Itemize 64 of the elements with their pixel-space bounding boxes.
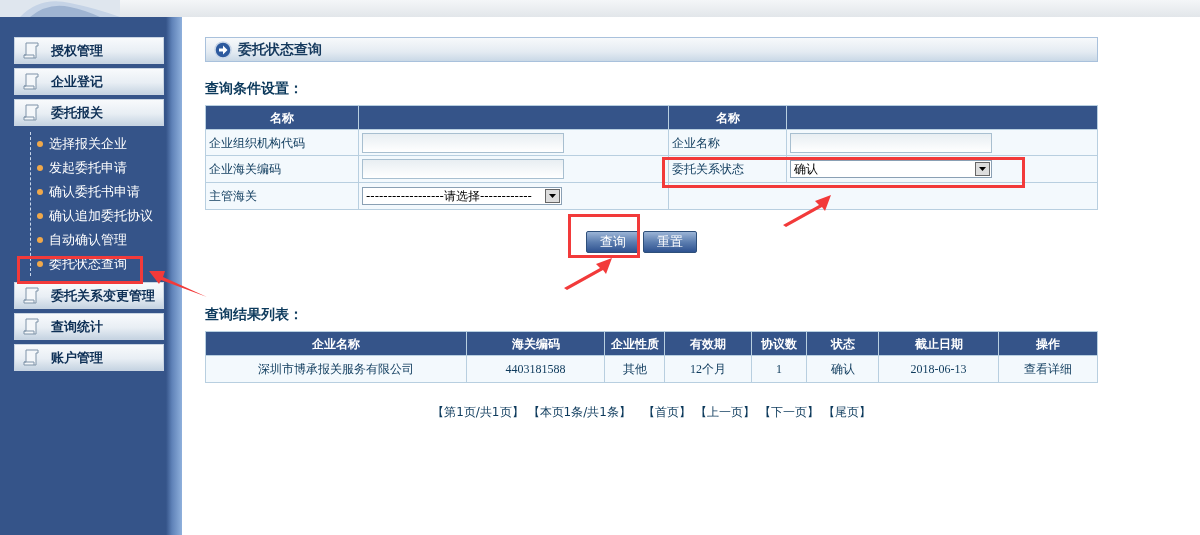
column-header: 海关编码	[466, 331, 605, 356]
scroll-icon	[21, 102, 41, 123]
table-cell: 确认	[806, 355, 879, 383]
column-header: 状态	[806, 331, 879, 356]
section-heading: 查询结果列表：	[205, 305, 304, 324]
table-cell: 2018-06-13	[878, 355, 999, 383]
field-label: 企业海关编码	[205, 155, 359, 183]
button[interactable]: 重置	[643, 231, 697, 253]
bullet-icon	[37, 141, 43, 147]
bullet-icon	[37, 165, 43, 171]
menu-header[interactable]: 查询统计	[14, 313, 164, 340]
input-field[interactable]	[790, 132, 992, 153]
scroll-icon	[21, 40, 41, 61]
bullet-icon	[37, 189, 43, 195]
scroll-icon	[21, 347, 41, 368]
field-label: 委托关系状态	[668, 155, 787, 183]
sidebar-item[interactable]: 发起委托申请	[37, 156, 182, 180]
field-label: 企业组织机构代码	[205, 129, 359, 156]
button[interactable]: 查询	[586, 231, 640, 253]
scroll-icon	[21, 285, 41, 306]
sidebar-item[interactable]: 确认追加委托协议	[37, 204, 182, 228]
bullet-icon	[37, 261, 43, 267]
menu-header[interactable]: 授权管理	[14, 37, 164, 64]
table-cell: 4403181588	[466, 355, 605, 383]
page-link[interactable]: 【尾页】	[822, 403, 871, 421]
page-link[interactable]: 【上一页】	[694, 403, 755, 421]
menu-header[interactable]: 委托报关	[14, 99, 164, 126]
scroll-icon	[21, 316, 41, 337]
column-header: 操作	[998, 331, 1098, 356]
sidebar-item[interactable]: 自动确认管理	[37, 228, 182, 252]
page-link[interactable]: 【首页】	[642, 403, 691, 421]
caret-icon	[979, 167, 986, 171]
field-label: 主管海关	[205, 182, 359, 210]
menu-header[interactable]: 企业登记	[14, 68, 164, 95]
highlight-box	[568, 214, 640, 258]
menu-header[interactable]: 委托关系变更管理	[14, 282, 164, 309]
caret-icon	[549, 194, 556, 198]
section-heading: 查询条件设置：	[205, 79, 304, 98]
table-cell: 深圳市博承报关服务有限公司	[205, 355, 467, 383]
scroll-icon	[21, 71, 41, 92]
column-header: 协议数	[751, 331, 807, 356]
column-header: 企业名称	[205, 331, 467, 356]
dropdown[interactable]: ------------------请选择------------	[362, 187, 562, 205]
bullet-icon	[37, 213, 43, 219]
column-header: 名称	[205, 105, 359, 130]
column-header: 截止日期	[878, 331, 999, 356]
sidebar-item[interactable]: 确认委托书申请	[37, 180, 182, 204]
input-field[interactable]	[362, 132, 564, 153]
arrow-right-icon	[214, 40, 232, 59]
field-label: 企业名称	[668, 129, 787, 156]
page-info: 【第1页/共1页】	[432, 404, 524, 421]
page-info: 【本页1条/共1条】	[527, 404, 631, 421]
input-field[interactable]	[362, 159, 564, 179]
dropdown[interactable]: 确认	[790, 160, 992, 178]
column-header: 有效期	[664, 331, 752, 356]
table-cell: 12个月	[664, 355, 752, 383]
page-title: 委托状态查询	[238, 40, 322, 59]
menu-header[interactable]: 账户管理	[14, 344, 164, 371]
sidebar-item[interactable]: 选择报关企业	[37, 132, 182, 156]
column-header: 企业性质	[604, 331, 665, 356]
column-header: 名称	[668, 105, 787, 130]
detail-link[interactable]: 查看详细	[998, 355, 1098, 383]
page-link[interactable]: 【下一页】	[758, 403, 819, 421]
bullet-icon	[37, 237, 43, 243]
